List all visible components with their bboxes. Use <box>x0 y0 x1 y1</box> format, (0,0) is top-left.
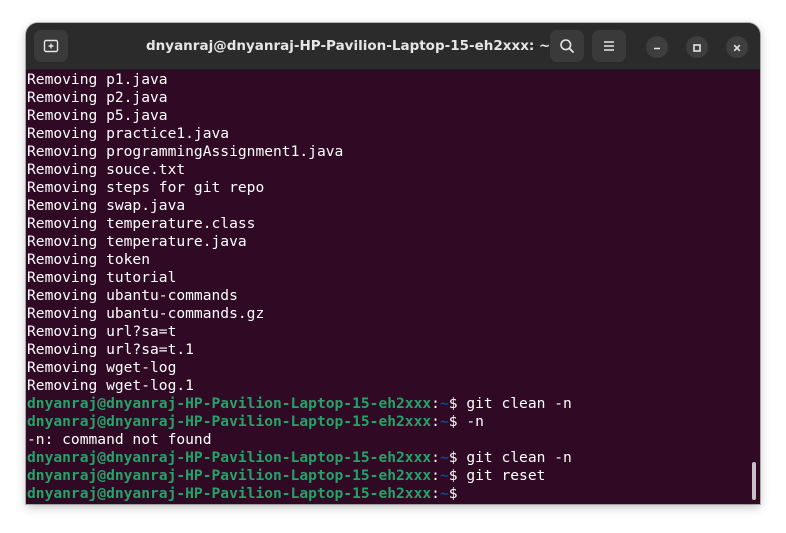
output-line: Removing url?sa=t <box>27 323 177 340</box>
command-text: git clean -n <box>466 449 572 466</box>
prompt-colon: : <box>431 413 440 430</box>
window-title: dnyanraj@dnyanraj-HP-Pavilion-Laptop-15-… <box>146 38 551 54</box>
output-line: Removing tutorial <box>27 269 177 286</box>
prompt-colon: : <box>431 395 440 412</box>
terminal-output-area[interactable]: Removing p1.java Removing p2.java Removing… <box>26 70 760 504</box>
maximize-icon <box>692 38 702 57</box>
prompt-path: ~ <box>439 467 449 484</box>
output-line: Removing souce.txt <box>27 161 186 178</box>
scrollbar[interactable] <box>752 462 756 500</box>
prompt-colon: : <box>431 449 440 466</box>
prompt-line: dnyanraj@dnyanraj-HP-Pavilion-Laptop-15-… <box>27 395 572 413</box>
command-text: git reset <box>466 467 546 484</box>
output-line: Removing practice1.java <box>27 125 230 142</box>
hamburger-menu-icon <box>602 39 616 53</box>
prompt-user-host: dnyanraj@dnyanraj-HP-Pavilion-Laptop-15-… <box>27 395 432 412</box>
new-tab-icon <box>43 38 59 54</box>
prompt-path: ~ <box>439 413 449 430</box>
prompt-path: ~ <box>439 395 449 412</box>
prompt-path: ~ <box>439 449 449 466</box>
prompt-line: dnyanraj@dnyanraj-HP-Pavilion-Laptop-15-… <box>27 485 572 503</box>
prompt-colon: : <box>431 467 440 484</box>
prompt-path: ~ <box>439 485 449 502</box>
output-line: Removing temperature.class <box>27 215 256 232</box>
terminal-window: dnyanraj@dnyanraj-HP-Pavilion-Laptop-15-… <box>26 23 760 504</box>
output-line: Removing p2.java <box>27 89 168 106</box>
output-line: Removing swap.java <box>27 197 186 214</box>
output-line: Removing wget-log <box>27 359 177 376</box>
output-line: Removing url?sa=t.1 <box>27 341 194 358</box>
prompt-user-host: dnyanraj@dnyanraj-HP-Pavilion-Laptop-15-… <box>27 467 432 484</box>
prompt-user-host: dnyanraj@dnyanraj-HP-Pavilion-Laptop-15-… <box>27 449 432 466</box>
prompt-symbol: $ <box>448 449 467 466</box>
output-line: Removing ubantu-commands <box>27 287 238 304</box>
prompt-symbol: $ <box>448 413 467 430</box>
prompt-line: dnyanraj@dnyanraj-HP-Pavilion-Laptop-15-… <box>27 413 572 431</box>
close-icon <box>732 38 742 57</box>
prompt-line: dnyanraj@dnyanraj-HP-Pavilion-Laptop-15-… <box>27 467 572 485</box>
command-text: git clean -n <box>466 395 572 412</box>
output-line: Removing token <box>27 251 151 268</box>
new-tab-button[interactable] <box>34 30 68 62</box>
menu-button[interactable] <box>592 30 626 62</box>
minimize-button[interactable] <box>646 36 668 58</box>
output-line: Removing wget-log.1 <box>27 377 194 394</box>
prompt-symbol: $ <box>448 395 467 412</box>
maximize-button[interactable] <box>686 36 708 58</box>
prompt-line: dnyanraj@dnyanraj-HP-Pavilion-Laptop-15-… <box>27 449 572 467</box>
terminal-lines: Removing p1.java Removing p2.java Removing… <box>27 71 572 503</box>
titlebar[interactable]: dnyanraj@dnyanraj-HP-Pavilion-Laptop-15-… <box>26 23 760 70</box>
output-line: Removing p5.java <box>27 107 168 124</box>
close-button[interactable] <box>726 36 748 58</box>
prompt-symbol: $ <box>448 467 467 484</box>
search-button[interactable] <box>550 30 584 62</box>
output-line: Removing programmingAssignment1.java <box>27 143 344 160</box>
output-line: Removing ubantu-commands.gz <box>27 305 265 322</box>
prompt-colon: : <box>431 485 440 502</box>
minimize-icon <box>652 38 662 57</box>
output-line: Removing p1.java <box>27 71 168 88</box>
output-line: Removing temperature.java <box>27 233 247 250</box>
output-line: -n: command not found <box>27 431 212 448</box>
prompt-user-host: dnyanraj@dnyanraj-HP-Pavilion-Laptop-15-… <box>27 485 432 502</box>
search-icon <box>559 38 575 54</box>
prompt-user-host: dnyanraj@dnyanraj-HP-Pavilion-Laptop-15-… <box>27 413 432 430</box>
prompt-symbol: $ <box>448 485 467 502</box>
output-line: Removing steps for git repo <box>27 179 265 196</box>
command-text: -n <box>466 413 484 430</box>
